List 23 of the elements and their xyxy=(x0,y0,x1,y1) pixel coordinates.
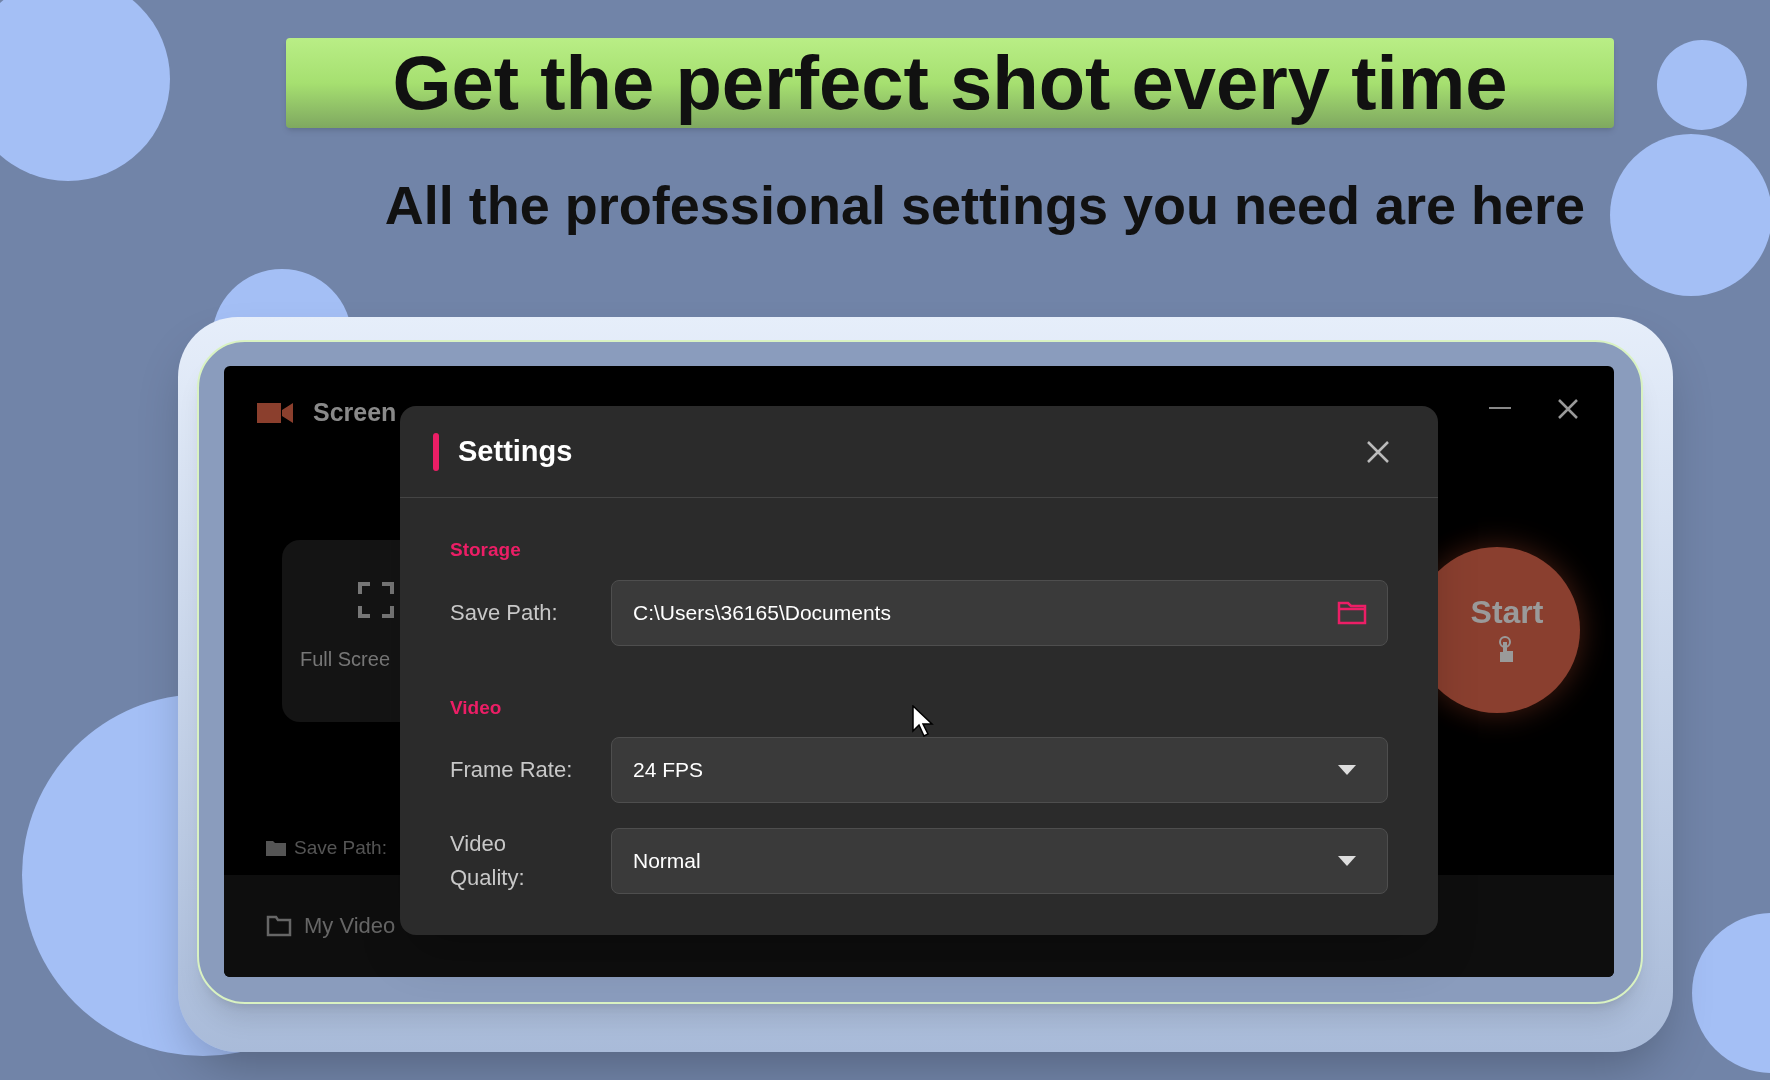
save-path-text: Save Path: xyxy=(294,836,387,860)
field-label: Video Quality: xyxy=(450,830,526,892)
section-heading: Video xyxy=(450,695,502,720)
save-path-field[interactable]: C:\Users\36165\Documents xyxy=(611,579,1388,646)
close-icon[interactable] xyxy=(1366,439,1390,464)
field-label: Save Path: xyxy=(450,598,559,627)
accent-bar xyxy=(433,432,439,471)
field-label: Frame Rate: xyxy=(450,756,574,784)
mouse-pointer-icon xyxy=(912,705,934,737)
app-title: Screen xyxy=(313,397,397,428)
section-heading: Storage xyxy=(450,538,521,562)
dropdown[interactable]: Normal xyxy=(611,828,1388,894)
video-camera-icon xyxy=(257,400,293,425)
fullscreen-icon xyxy=(358,582,394,618)
close-icon[interactable] xyxy=(1557,398,1579,420)
dropdown-arrow-icon xyxy=(1338,856,1356,866)
folder-icon xyxy=(266,840,286,857)
mode-label: Full Scree xyxy=(300,647,391,672)
dropdown[interactable]: 24 FPS xyxy=(611,737,1388,803)
folder-icon[interactable] xyxy=(1337,600,1367,625)
dialog-title: Settings xyxy=(458,433,573,469)
dropdown-arrow-icon xyxy=(1338,765,1356,775)
folder-icon xyxy=(266,914,292,937)
